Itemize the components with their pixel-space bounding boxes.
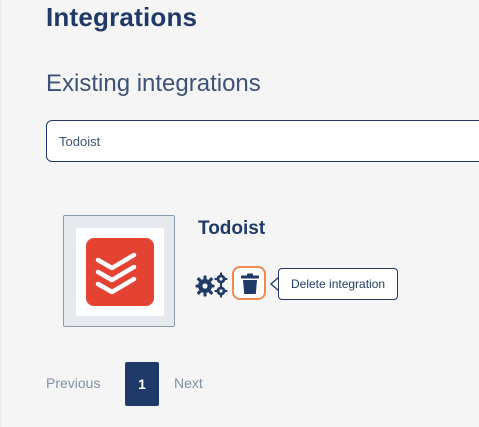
next-page-link[interactable]: Next bbox=[174, 375, 203, 391]
page-number-current[interactable]: 1 bbox=[125, 362, 159, 406]
page-left-border bbox=[0, 0, 2, 427]
page-title: Integrations bbox=[46, 2, 198, 32]
settings-button[interactable] bbox=[195, 272, 229, 298]
gears-icon bbox=[195, 272, 228, 298]
previous-page-link[interactable]: Previous bbox=[46, 375, 100, 391]
trash-icon bbox=[241, 273, 259, 294]
delete-tooltip: Delete integration bbox=[278, 268, 399, 300]
integration-name: Todoist bbox=[198, 218, 266, 239]
todoist-logo-icon bbox=[86, 238, 154, 306]
search-input[interactable] bbox=[46, 120, 479, 162]
integration-logo-card bbox=[63, 215, 175, 327]
delete-integration-button[interactable] bbox=[232, 266, 266, 300]
integration-logo-background bbox=[76, 228, 164, 316]
section-title: Existing integrations bbox=[46, 70, 261, 97]
